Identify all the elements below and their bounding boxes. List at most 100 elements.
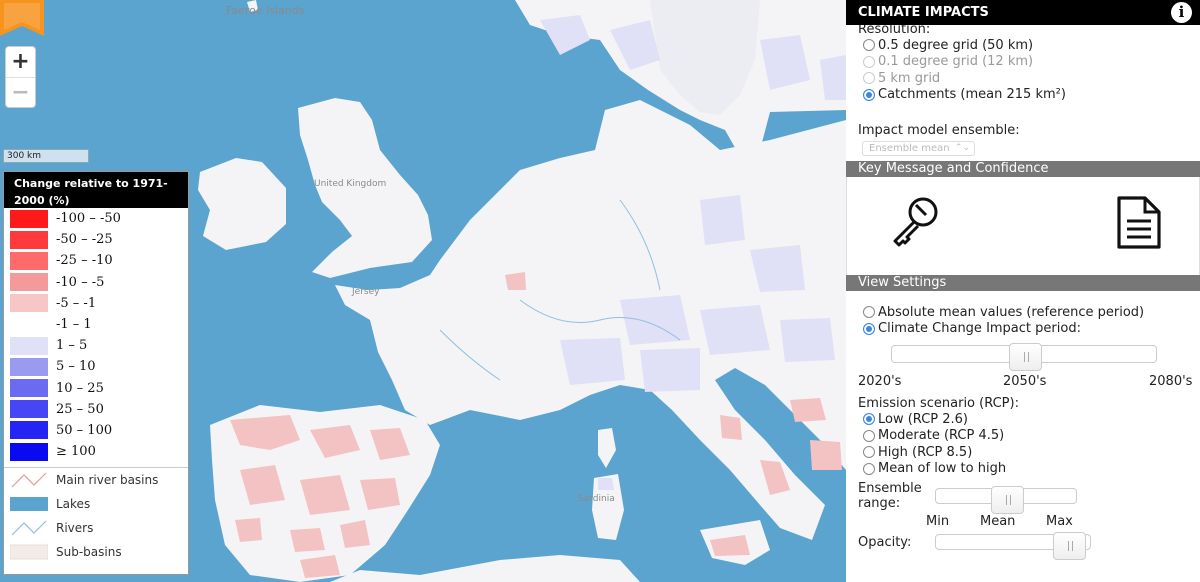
- zoom-in-button[interactable]: +: [6, 47, 35, 77]
- place-label: United Kingdom: [314, 179, 387, 189]
- legend-class-label: -10 – -5: [56, 274, 105, 290]
- scenario-option[interactable]: High (RCP 8.5): [846, 444, 1200, 461]
- legend-class-row: -25 – -10: [4, 250, 188, 271]
- view-option[interactable]: Climate Change Impact period:: [846, 321, 1200, 338]
- radio-button[interactable]: [863, 429, 875, 442]
- radio-button[interactable]: [863, 462, 875, 475]
- radio-button[interactable]: [863, 413, 875, 426]
- scenario-option-label: Moderate (RCP 4.5): [878, 428, 1005, 444]
- resolution-option[interactable]: Catchments (mean 215 km²): [846, 87, 1200, 104]
- map-view[interactable]: Faeroe Islands United Kingdom Jersey Sar…: [0, 0, 846, 582]
- legend-swatch: [10, 294, 48, 313]
- opacity-area: Opacity:: [846, 529, 1200, 560]
- bookmark-icon[interactable]: [0, 0, 44, 36]
- legend-class-row: -50 – -25: [4, 229, 188, 250]
- key-message-icons: [846, 177, 1200, 275]
- chevron-updown-icon: ⌃⌄: [954, 143, 970, 153]
- ensemble-range-slider[interactable]: [935, 486, 1077, 514]
- lake-swatch-icon: [10, 497, 48, 512]
- legend-swatch: [10, 336, 48, 355]
- ensemble-tick-mean: Mean: [980, 514, 1016, 529]
- legend-swatch: [10, 209, 48, 228]
- view-settings-header: View Settings: [846, 275, 1200, 291]
- opacity-label: Opacity:: [858, 535, 912, 550]
- legend-class-label: 50 – 100: [56, 422, 113, 438]
- ensemble-range-slider-handle[interactable]: [990, 486, 1024, 514]
- scenario-options: Low (RCP 2.6) Moderate (RCP 4.5) High (RCP…: [846, 411, 1200, 477]
- scale-bar: 300 km: [3, 149, 89, 163]
- climate-impacts-panel: CLIMATE IMPACTS i Resolution: 0.5 degree…: [846, 0, 1200, 582]
- river-line-icon: [11, 520, 47, 536]
- land-north-africa: [330, 555, 640, 582]
- period-slider-handle[interactable]: [1008, 343, 1042, 371]
- view-option[interactable]: Absolute mean values (reference period): [846, 304, 1200, 321]
- legend-class-row: 25 – 50: [4, 399, 188, 420]
- view-options: Absolute mean values (reference period) C…: [846, 304, 1200, 337]
- legend-class-label: -50 – -25: [56, 232, 113, 248]
- ensemble-range-area: Ensemble range: Min Mean Max: [846, 481, 1200, 529]
- legend-swatch: [10, 442, 48, 461]
- opacity-slider[interactable]: [935, 532, 1091, 560]
- ensemble-tick-max: Max: [1046, 514, 1073, 529]
- ensemble-tick-min: Min: [926, 514, 950, 529]
- legend-class-row: -10 – -5: [4, 272, 188, 293]
- ensemble-label: Impact model ensemble:: [858, 123, 1020, 138]
- ensemble-select[interactable]: Ensemble mean ⌃⌄: [862, 141, 975, 156]
- legend-class-row: 10 – 25: [4, 378, 188, 399]
- period-tick-2020s: 2020's: [858, 374, 902, 389]
- legend-class-row: -1 – 1: [4, 314, 188, 335]
- legend-class-row: 5 – 10: [4, 356, 188, 377]
- legend-swatch: [10, 230, 48, 249]
- resolution-option: 5 km grid: [846, 70, 1200, 87]
- legend-layer-row: Sub-basins: [4, 540, 188, 564]
- resolution-option-label: 5 km grid: [878, 70, 941, 86]
- ensemble-select-value: Ensemble mean: [869, 143, 950, 154]
- ensemble-range-label-line1: Ensemble: [858, 481, 922, 496]
- legend-class-row: 1 – 5: [4, 335, 188, 356]
- river-basin-line-icon: [11, 472, 47, 488]
- radio-button: [863, 55, 875, 68]
- resolution-option-label: 0.5 degree grid (50 km): [878, 37, 1034, 53]
- radio-button[interactable]: [863, 39, 875, 52]
- legend-class-label: 25 – 50: [56, 401, 104, 417]
- legend-class-row: 50 – 100: [4, 420, 188, 441]
- scenario-label: Emission scenario (RCP):: [858, 396, 1019, 411]
- period-slider-area: 2020's 2050's 2080's: [846, 337, 1200, 397]
- panel-header: CLIMATE IMPACTS i: [846, 0, 1200, 25]
- land-ireland: [198, 158, 286, 250]
- key-icon[interactable]: [889, 195, 941, 251]
- radio-button[interactable]: [863, 88, 875, 101]
- zoom-out-button[interactable]: −: [6, 77, 35, 107]
- scenario-option[interactable]: Moderate (RCP 4.5): [846, 428, 1200, 445]
- legend-class-label: -25 – -10: [56, 253, 113, 269]
- scenario-option[interactable]: Mean of low to high: [846, 461, 1200, 478]
- period-tick-2050s: 2050's: [1003, 374, 1047, 389]
- scenario-option[interactable]: Low (RCP 2.6): [846, 411, 1200, 428]
- panel-title: CLIMATE IMPACTS: [858, 5, 989, 20]
- info-icon[interactable]: i: [1171, 2, 1192, 23]
- resolution-option-label: Catchments (mean 215 km²): [878, 87, 1066, 103]
- legend-class-row: -5 – -1: [4, 293, 188, 314]
- radio-button[interactable]: [863, 446, 875, 459]
- land-corsica: [598, 428, 616, 468]
- resolution-option[interactable]: 0.5 degree grid (50 km): [846, 37, 1200, 54]
- legend-layer-label: Rivers: [56, 521, 94, 536]
- legend-swatch: [10, 357, 48, 376]
- legend-class-label: -5 – -1: [56, 295, 97, 311]
- scenario-option-label: Low (RCP 2.6): [878, 411, 968, 427]
- legend-layer-label: Sub-basins: [56, 545, 122, 560]
- legend-class-label: 10 – 25: [56, 380, 104, 396]
- period-slider[interactable]: [891, 343, 1157, 371]
- legend-swatch: [10, 251, 48, 270]
- legend-class-row: -100 – -50: [4, 208, 188, 229]
- legend-classes: -100 – -50 -50 – -25 -25 – -10 -10 – -5 -5 –…: [4, 208, 188, 462]
- opacity-slider-handle[interactable]: [1053, 532, 1086, 560]
- ensemble-range-label: Ensemble range:: [846, 481, 922, 511]
- place-label: Jersey: [352, 287, 380, 297]
- legend-class-label: ≥ 100: [56, 444, 96, 460]
- document-icon[interactable]: [1115, 195, 1163, 251]
- legend-swatch: [10, 315, 48, 334]
- radio-button[interactable]: [863, 322, 875, 335]
- key-message-header: Key Message and Confidence: [846, 161, 1200, 177]
- radio-button[interactable]: [863, 306, 875, 319]
